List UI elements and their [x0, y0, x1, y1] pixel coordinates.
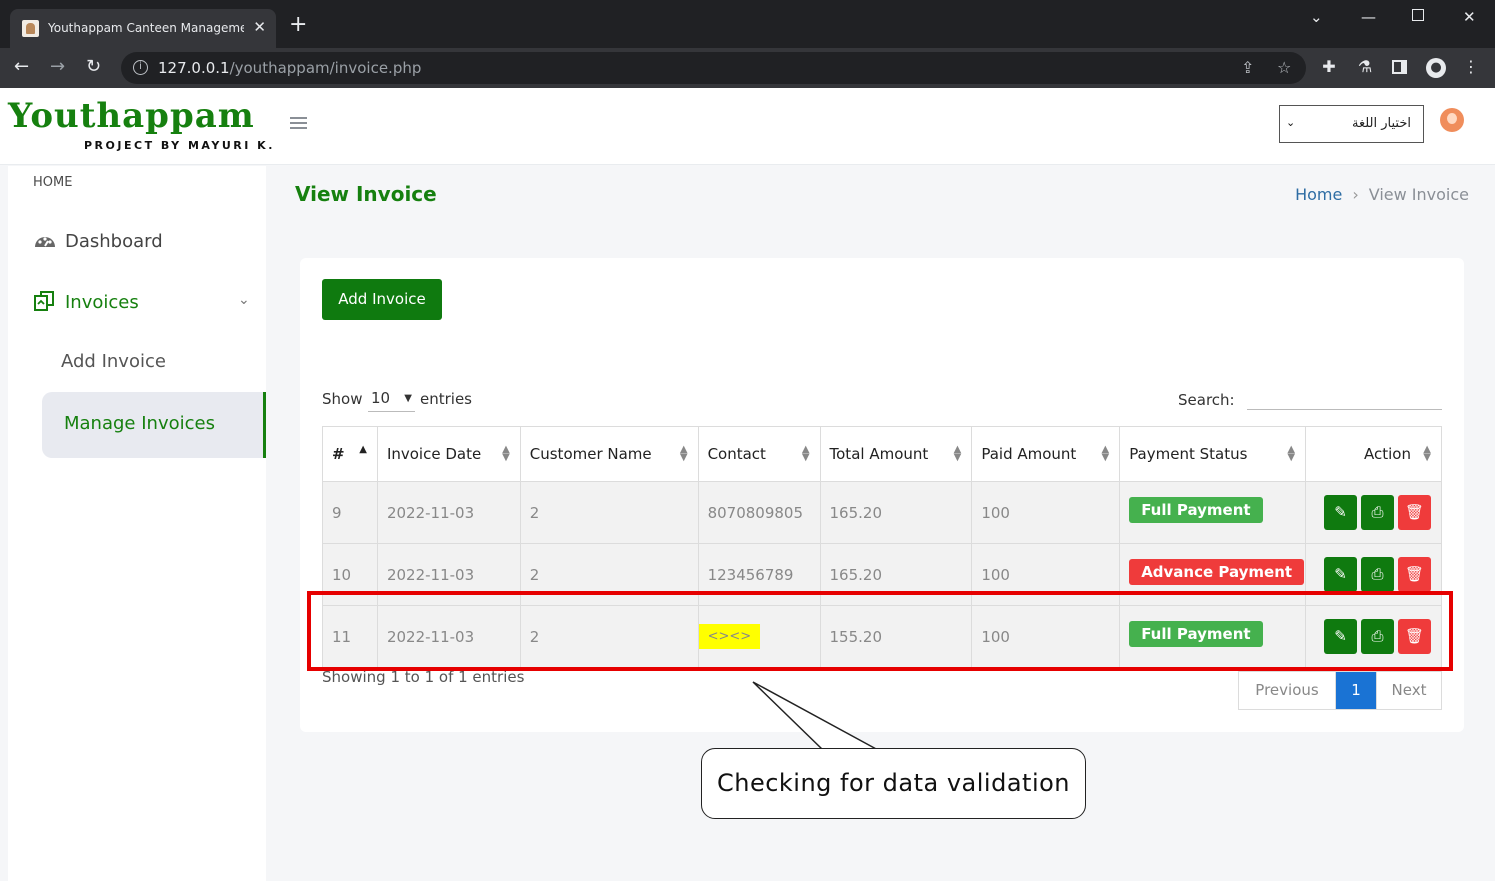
edit-pencil-icon[interactable]: ✎	[1324, 557, 1358, 592]
sidebar-item-add-invoice[interactable]: Add Invoice	[61, 351, 166, 372]
column-header-customer-name[interactable]: Customer Name ▲ ▼	[519, 426, 699, 482]
chevron-down-icon[interactable]: ⌄	[238, 292, 250, 308]
show-label: Show	[322, 390, 363, 408]
reload-icon[interactable]: ↻	[86, 56, 101, 77]
sidebar-item-invoices[interactable]: Invoices	[33, 290, 139, 313]
cell-actions: ✎ ⎙ 🗑	[1305, 481, 1442, 544]
column-header-action[interactable]: Action ▲ ▼	[1305, 426, 1442, 482]
browser-toolbar: ← → ↻ i 127.0.0.1/youthappam/invoice.php…	[0, 48, 1495, 88]
extensions-icon[interactable]: ✚	[1320, 57, 1338, 76]
browser-tab-bar: Youthappam Canteen Management ✕ + ⌄ — ✕	[0, 0, 1495, 48]
minimize-icon[interactable]: —	[1361, 8, 1376, 26]
status-badge: Full Payment	[1129, 496, 1263, 523]
logo-subtitle: PROJECT BY MAYURI K.	[84, 139, 275, 152]
language-select[interactable]: ⌄ اختيار اللغة	[1279, 105, 1424, 143]
edit-pencil-icon[interactable]: ✎	[1324, 495, 1358, 530]
column-header-id[interactable]: # ▲	[322, 426, 378, 482]
column-header-paid-amount[interactable]: Paid Amount ▲ ▼	[971, 426, 1121, 482]
delete-trash-icon[interactable]: 🗑	[1398, 557, 1432, 592]
menu-kebab-icon[interactable]: ⋮	[1462, 57, 1480, 76]
cell-contact: 8070809805	[697, 481, 821, 544]
breadcrumb: Home › View Invoice	[1295, 185, 1469, 204]
pagination-next[interactable]: Next	[1376, 672, 1441, 709]
sort-icon: ▲ ▼	[1101, 444, 1110, 463]
user-avatar[interactable]	[1440, 108, 1464, 132]
sidebar-section-home: HOME	[33, 175, 73, 190]
table-header-row: # ▲ Invoice Date ▲ ▼ Customer Name ▲ ▼ Contac…	[322, 426, 1442, 482]
tab-close-icon[interactable]: ✕	[253, 18, 266, 36]
status-badge: Advance Payment	[1129, 558, 1305, 585]
tab-search-icon[interactable]: ⌄	[1310, 8, 1323, 26]
breadcrumb-home[interactable]: Home	[1295, 185, 1342, 204]
pagination-previous[interactable]: Previous	[1239, 672, 1336, 709]
maximize-icon[interactable]	[1412, 9, 1424, 21]
tab-title: Youthappam Canteen Management	[48, 21, 244, 35]
sidebar: HOME Dashboard Invoices ⌄ Add Invoice Ma…	[8, 166, 266, 881]
address-bar[interactable]: i 127.0.0.1/youthappam/invoice.php ⇪ ☆	[121, 52, 1306, 84]
pagination-page-1[interactable]: 1	[1336, 672, 1376, 709]
side-panel-icon[interactable]	[1392, 60, 1407, 74]
column-header-payment-status[interactable]: Payment Status ▲ ▼	[1119, 426, 1307, 482]
print-icon[interactable]: ⎙	[1361, 557, 1395, 592]
share-icon[interactable]: ⇪	[1241, 58, 1254, 77]
chevron-down-icon: ▼	[404, 393, 412, 404]
annotation-highlight-box	[307, 591, 1453, 671]
search-input[interactable]	[1247, 386, 1442, 410]
cell-total: 165.20	[819, 481, 973, 544]
column-header-contact[interactable]: Contact ▲ ▼	[697, 426, 821, 482]
sort-icon: ▲ ▼	[1423, 444, 1431, 463]
sort-icon: ▲ ▼	[801, 444, 810, 463]
breadcrumb-separator-icon: ›	[1352, 185, 1359, 204]
sort-icon: ▲ ▼	[1287, 444, 1296, 463]
page-title: View Invoice	[295, 182, 437, 206]
favicon-icon	[22, 20, 39, 37]
sidebar-item-manage-invoices[interactable]: Manage Invoices	[42, 392, 266, 458]
close-window-icon[interactable]: ✕	[1463, 8, 1476, 26]
sort-asc-icon: ▲	[359, 444, 367, 455]
bookmark-star-icon[interactable]: ☆	[1277, 58, 1291, 77]
entries-label: entries	[420, 390, 472, 408]
column-header-total-amount[interactable]: Total Amount ▲ ▼	[819, 426, 973, 482]
annotation-callout: Checking for data validation	[701, 748, 1086, 819]
url-text: 127.0.0.1/youthappam/invoice.php	[158, 59, 422, 77]
cell-date: 2022-11-03	[376, 481, 521, 544]
column-header-invoice-date[interactable]: Invoice Date ▲ ▼	[376, 426, 521, 482]
forward-icon[interactable]: →	[50, 56, 65, 77]
sort-icon: ▲ ▼	[953, 444, 962, 463]
back-icon[interactable]: ←	[14, 56, 29, 77]
cell-status: Full Payment	[1119, 481, 1307, 544]
print-icon[interactable]: ⎙	[1361, 495, 1395, 530]
sort-icon: ▲ ▼	[679, 444, 688, 463]
cell-paid: 100	[971, 481, 1121, 544]
cell-customer: 2	[519, 481, 699, 544]
sort-icon: ▲ ▼	[502, 444, 510, 463]
add-invoice-button[interactable]: Add Invoice	[322, 279, 442, 320]
labs-flask-icon[interactable]: ⚗	[1356, 57, 1374, 76]
breadcrumb-current: View Invoice	[1368, 185, 1469, 204]
app-header: Youthappam PROJECT BY MAYURI K. ⌄ اختيار…	[0, 88, 1495, 165]
chevron-down-icon: ⌄	[1286, 116, 1296, 129]
logo[interactable]: Youthappam	[8, 96, 255, 136]
profile-icon[interactable]: ●	[1426, 58, 1446, 78]
sidebar-item-dashboard[interactable]: Dashboard	[33, 229, 163, 252]
delete-trash-icon[interactable]: 🗑	[1398, 495, 1432, 530]
hamburger-menu-icon[interactable]	[290, 117, 307, 130]
entries-per-page-select[interactable]: 10 ▼	[368, 387, 415, 412]
invoices-copy-icon	[34, 291, 54, 311]
table-row: 9 2022-11-03 2 8070809805 165.20 100 Ful…	[322, 481, 1442, 544]
browser-tab[interactable]: Youthappam Canteen Management ✕	[10, 9, 276, 48]
search-label: Search:	[1178, 391, 1235, 409]
cell-id: 9	[322, 481, 378, 544]
new-tab-icon[interactable]: +	[289, 14, 307, 36]
dashboard-gauge-icon	[35, 237, 55, 247]
pagination: Previous 1 Next	[1238, 671, 1442, 710]
site-info-icon[interactable]: i	[133, 60, 148, 75]
